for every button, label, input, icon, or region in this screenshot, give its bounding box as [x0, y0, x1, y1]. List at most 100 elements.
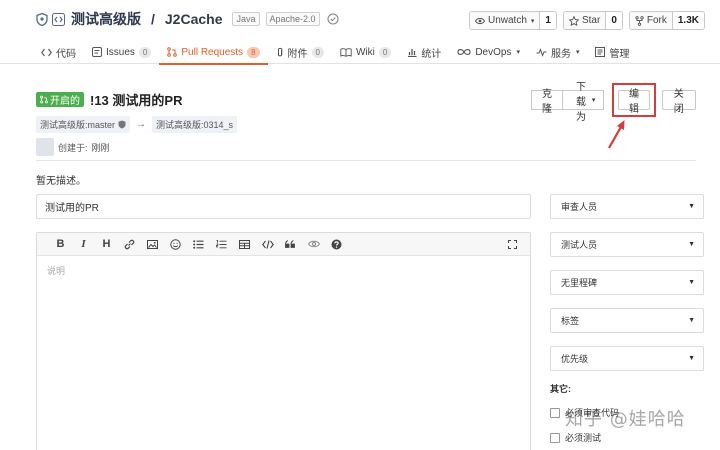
fork-count[interactable]: 1.3K [671, 12, 704, 29]
tab-badge: 0 [311, 46, 324, 58]
tab-badge: 0 [138, 46, 152, 58]
caret-down-icon: ▼ [688, 317, 695, 324]
shield-icon [118, 120, 126, 129]
require-review-checkbox[interactable] [550, 407, 560, 418]
editor-toolbar: B I H [37, 233, 530, 256]
select-label: 标签 [561, 316, 580, 326]
reviewers-select[interactable]: 审查人员 ▼ [550, 194, 704, 219]
pr-title-input[interactable]: 测试用的PR [36, 194, 531, 219]
tab-services[interactable]: 服务 ▾ [528, 40, 588, 64]
infinity-icon [457, 48, 471, 56]
tab-badge: 8 [247, 46, 260, 58]
code-icon [41, 48, 52, 57]
issues-icon [92, 47, 102, 57]
status-badge: 开启的 [36, 91, 84, 107]
select-label: 优先级 [561, 354, 589, 364]
bullet-list-icon[interactable] [187, 233, 210, 256]
close-button[interactable]: 关闭 [661, 89, 696, 115]
star-icon [568, 15, 579, 26]
repo-title: 测试高级版 / J2Cache Java Apache-2.0 [36, 10, 339, 28]
require-test-checkbox[interactable] [550, 432, 560, 443]
fork-label: Fork [646, 15, 667, 26]
require-test-option[interactable]: 必须测试 [550, 431, 601, 444]
tab-devops[interactable]: DevOps ▾ [449, 40, 528, 64]
chevron-down-icon: ▾ [516, 49, 520, 56]
watch-button[interactable]: Unwatch ▾ 1 [468, 11, 557, 30]
chevron-down-icon: ▾ [530, 17, 535, 25]
numbered-list-icon[interactable] [210, 233, 233, 256]
tab-attachments[interactable]: 附件 0 [268, 40, 332, 64]
star-button[interactable]: Star 0 [562, 11, 623, 30]
fork-button[interactable]: Fork 1.3K [628, 11, 705, 30]
divider [36, 160, 696, 161]
watch-count[interactable]: 1 [539, 12, 556, 29]
code-icon[interactable] [256, 233, 279, 256]
edit-button[interactable]: 编辑 [618, 89, 650, 115]
tab-wiki[interactable]: Wiki 0 [332, 40, 399, 64]
pr-action-buttons: 克隆 下载为 ▾ 编辑 关闭 [531, 82, 696, 123]
testers-select[interactable]: 测试人员 ▼ [550, 232, 704, 257]
fullscreen-icon[interactable] [501, 233, 524, 256]
tab-label: 服务 [550, 48, 571, 60]
book-icon [340, 47, 352, 57]
tab-label: Issues [106, 46, 135, 58]
created-time: 刚刚 [91, 142, 110, 153]
tab-pull-requests[interactable]: Pull Requests 8 [159, 40, 268, 65]
editor-placeholder[interactable]: 说明 [37, 256, 530, 285]
italic-button[interactable]: I [72, 233, 95, 256]
repo-name-link[interactable]: J2Cache [165, 11, 223, 27]
repo-separator: / [151, 11, 155, 27]
help-icon[interactable] [325, 233, 348, 256]
caret-down-icon: ▼ [688, 203, 695, 210]
pr-description: 暂无描述。 [36, 176, 86, 187]
avatar[interactable] [36, 138, 54, 156]
clone-button[interactable]: 克隆 [531, 89, 564, 115]
watch-label: Unwatch [487, 15, 527, 26]
checkbox-label: 必须测试 [565, 433, 602, 443]
table-icon[interactable] [233, 233, 256, 256]
language-tag[interactable]: Java [232, 12, 260, 26]
tab-statistics[interactable]: 统计 [399, 40, 449, 64]
annotation-highlight-box: 编辑 [612, 83, 656, 117]
tab-badge: 0 [378, 46, 392, 58]
tab-manage[interactable]: 管理 [587, 40, 637, 64]
code-repo-icon [52, 12, 65, 26]
source-branch[interactable]: 测试高级版:master [36, 116, 131, 133]
annotation-arrow-icon [608, 120, 625, 149]
license-tag[interactable]: Apache-2.0 [265, 12, 320, 26]
caret-down-icon: ▼ [688, 241, 695, 248]
repo-owner-link[interactable]: 测试高级版 [71, 9, 141, 29]
branch-arrow: → [136, 119, 147, 130]
link-icon[interactable] [118, 233, 141, 256]
tab-issues[interactable]: Issues 0 [84, 40, 159, 64]
milestone-select[interactable]: 无里程碑 ▼ [550, 270, 704, 295]
image-icon[interactable] [141, 233, 164, 256]
settings-list-icon [595, 47, 606, 57]
emoji-icon[interactable] [164, 233, 187, 256]
repo-tabs: 代码 Issues 0 Pull Requests 8 附件 0 Wiki 0 … [33, 40, 637, 65]
watermark: 知乎 @娃哈哈 [565, 409, 686, 430]
shield-icon [36, 12, 48, 26]
quote-icon[interactable] [279, 233, 302, 256]
chevron-down-icon: ▾ [575, 49, 580, 56]
tab-code[interactable]: 代码 [33, 40, 84, 64]
labels-select[interactable]: 标签 ▼ [550, 308, 704, 333]
download-button[interactable]: 下载为 ▾ [563, 82, 605, 123]
branch-info: 测试高级版:master → 测试高级版:0314_s [36, 116, 238, 133]
preview-eye-icon[interactable] [302, 233, 325, 256]
pulse-icon [536, 47, 547, 57]
verified-badge-icon [326, 13, 339, 25]
heading-button[interactable]: H [95, 233, 118, 256]
page-title: !13 测试用的PR [90, 92, 183, 108]
star-label: Star [581, 15, 601, 26]
bar-chart-icon [407, 47, 417, 57]
priority-select[interactable]: 优先级 ▼ [550, 346, 704, 371]
chevron-down-icon: ▾ [591, 97, 596, 104]
star-count[interactable]: 0 [605, 12, 622, 29]
target-branch[interactable]: 测试高级版:0314_s [152, 116, 238, 133]
pr-sidebar: 审查人员 ▼ 测试人员 ▼ 无里程碑 ▼ 标签 ▼ 优先级 ▼ [550, 194, 704, 384]
tab-label: 代码 [56, 48, 76, 60]
select-label: 无里程碑 [561, 278, 598, 288]
caret-down-icon: ▼ [688, 355, 695, 362]
bold-button[interactable]: B [49, 233, 72, 256]
